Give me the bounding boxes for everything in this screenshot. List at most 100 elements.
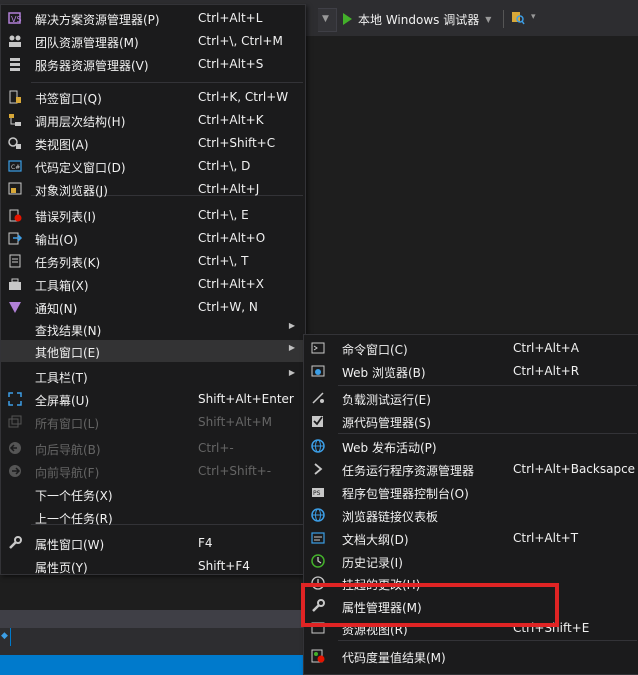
menu-item-label: 负载测试运行(E) — [342, 393, 431, 407]
menu-item-resource-view[interactable]: 资源视图(R) Ctrl+Shift+E — [304, 617, 638, 639]
toolbox-icon — [7, 276, 23, 292]
bookmark-icon — [7, 89, 23, 105]
menu-item-web-publish-activity[interactable]: Web 发布活动(P) — [304, 435, 638, 457]
menu-item-label: 输出(O) — [35, 233, 78, 247]
navigate-backward-icon — [7, 440, 23, 456]
menu-item-shortcut: Shift+Alt+Enter — [198, 392, 294, 406]
menu-item-notifications[interactable]: 通知(N) Ctrl+W, N — [1, 296, 305, 318]
menu-item-label: 团队资源管理器(M) — [35, 36, 139, 50]
toolbar-separator — [503, 10, 504, 28]
menu-item-navigate-backward[interactable]: 向后导航(B) Ctrl+- — [1, 437, 305, 459]
output-icon — [7, 230, 23, 246]
menu-item-label: 文档大纲(D) — [342, 533, 409, 547]
menu-item-label: 属性管理器(M) — [342, 601, 422, 615]
menu-item-label: 代码定义窗口(D) — [35, 161, 126, 175]
menu-item-label: 命令窗口(C) — [342, 343, 408, 357]
menu-item-properties-window[interactable]: 属性窗口(W) F4 — [1, 532, 305, 554]
submenu-arrow-icon: ▶ — [288, 368, 295, 377]
menu-item-toolbars[interactable]: 工具栏(T) ▶ — [1, 365, 305, 387]
code-definition-icon: C# — [7, 158, 23, 174]
web-browser-icon — [310, 363, 326, 379]
menu-item-shortcut: Ctrl+Alt+R — [513, 364, 580, 378]
menu-item-next-task[interactable]: 下一个任务(X) — [1, 483, 305, 505]
menu-item-full-screen[interactable]: 全屏幕(U) Shift+Alt+Enter — [1, 388, 305, 410]
menu-item-property-pages[interactable]: 属性页(Y) Shift+F4 — [1, 555, 305, 577]
menu-item-label: 向前导航(F) — [35, 466, 100, 480]
pending-changes-icon — [310, 575, 326, 591]
menu-item-team-explorer[interactable]: 团队资源管理器(M) Ctrl+\, Ctrl+M — [1, 30, 305, 52]
menu-item-label: 所有窗口(L) — [35, 417, 100, 431]
menu-item-toolbox[interactable]: 工具箱(X) Ctrl+Alt+X — [1, 273, 305, 295]
menu-item-shortcut: Ctrl+- — [198, 441, 234, 455]
menu-item-output[interactable]: 输出(O) Ctrl+Alt+O — [1, 227, 305, 249]
menu-item-class-view[interactable]: 类视图(A) Ctrl+Shift+C — [1, 132, 305, 154]
class-view-icon — [7, 135, 23, 151]
find-in-files-icon[interactable] — [511, 11, 525, 25]
history-icon — [310, 553, 326, 569]
server-explorer-icon — [7, 56, 23, 72]
run-button-label: 本地 Windows 调试器 — [358, 12, 480, 27]
menu-item-source-control-explorer[interactable]: 源代码管理器(S) — [304, 410, 638, 432]
menu-item-bookmark-window[interactable]: 书签窗口(Q) Ctrl+K, Ctrl+W — [1, 86, 305, 108]
call-hierarchy-icon — [7, 112, 23, 128]
menu-item-command-window[interactable]: 命令窗口(C) Ctrl+Alt+A — [304, 337, 638, 359]
menu-item-document-outline[interactable]: 文档大纲(D) Ctrl+Alt+T — [304, 527, 638, 549]
wrench-icon — [7, 535, 23, 551]
package-manager-icon: PS — [310, 484, 326, 500]
bottom-tab[interactable]: ◆ — [0, 628, 11, 646]
view-menu: VS 解决方案资源管理器(P) Ctrl+Alt+L 团队资源管理器(M) Ct… — [0, 4, 306, 575]
menu-item-solution-explorer[interactable]: VS 解决方案资源管理器(P) Ctrl+Alt+L — [1, 7, 305, 29]
menu-item-label: 工具箱(X) — [35, 279, 89, 293]
menu-item-browser-link-dashboard[interactable]: 浏览器链接仪表板 — [304, 504, 638, 526]
menu-item-package-manager-console[interactable]: PS 程序包管理器控制台(O) — [304, 481, 638, 503]
source-control-icon — [310, 413, 326, 429]
menu-item-label: 服务器资源管理器(V) — [35, 59, 149, 73]
menu-item-web-browser[interactable]: Web 浏览器(B) Ctrl+Alt+R — [304, 360, 638, 382]
all-windows-icon — [7, 414, 23, 430]
menu-item-property-manager[interactable]: 属性管理器(M) — [304, 595, 638, 617]
menu-item-history[interactable]: 历史记录(I) — [304, 550, 638, 572]
play-icon — [343, 13, 352, 25]
chevron-down-icon[interactable]: ▼ — [485, 15, 491, 24]
notifications-icon — [7, 299, 23, 315]
web-publish-icon — [310, 438, 326, 454]
menu-item-shortcut: Shift+Alt+M — [198, 415, 272, 429]
menu-item-server-explorer[interactable]: 服务器资源管理器(V) Ctrl+Alt+S — [1, 53, 305, 75]
menu-item-label: 其他窗口(E) — [35, 346, 100, 360]
menu-item-pending-changes[interactable]: 挂起的更改(H) — [304, 572, 638, 594]
menu-item-label: 源代码管理器(S) — [342, 416, 431, 430]
menu-item-task-list[interactable]: 任务列表(K) Ctrl+\, T — [1, 250, 305, 272]
menu-item-shortcut: Ctrl+Alt+X — [198, 277, 264, 291]
menu-item-label: 解决方案资源管理器(P) — [35, 13, 160, 27]
menu-item-previous-task[interactable]: 上一个任务(R) — [1, 506, 305, 528]
menu-item-shortcut: Ctrl+Alt+Backsapce — [513, 462, 636, 476]
solution-explorer-icon: VS — [7, 10, 23, 26]
menu-item-navigate-forward[interactable]: 向前导航(F) Ctrl+Shift+- — [1, 460, 305, 482]
menu-item-shortcut: Ctrl+\, E — [198, 208, 249, 222]
menu-item-label: 属性页(Y) — [35, 561, 88, 575]
menu-item-load-test-runs[interactable]: 负载测试运行(E) — [304, 387, 638, 409]
menu-item-all-windows[interactable]: 所有窗口(L) Shift+Alt+M — [1, 411, 305, 433]
menu-item-label: 程序包管理器控制台(O) — [342, 487, 469, 501]
menu-item-find-results[interactable]: 查找结果(N) ▶ — [1, 318, 305, 340]
command-window-icon — [310, 340, 326, 356]
menu-item-shortcut: Ctrl+Shift+- — [198, 464, 272, 478]
menu-item-other-windows[interactable]: 其他窗口(E) ▶ — [1, 340, 305, 362]
menu-item-shortcut: Ctrl+Alt+S — [198, 57, 264, 71]
configuration-dropdown[interactable]: ▼ — [318, 8, 337, 32]
submenu-arrow-icon: ▶ — [288, 321, 295, 330]
menu-item-shortcut: Ctrl+Alt+K — [198, 113, 264, 127]
menu-item-error-list[interactable]: 错误列表(I) Ctrl+\, E — [1, 204, 305, 226]
menu-item-call-hierarchy[interactable]: 调用层次结构(H) Ctrl+Alt+K — [1, 109, 305, 131]
run-debugger-button[interactable]: 本地 Windows 调试器 ▼ — [343, 10, 491, 28]
toolbar-overflow-icon[interactable]: ▾ — [531, 12, 536, 22]
menu-item-code-definition[interactable]: C# 代码定义窗口(D) Ctrl+\, D — [1, 155, 305, 177]
task-runner-icon — [310, 461, 326, 477]
menu-item-code-metrics-results[interactable]: 代码度量值结果(M) — [304, 645, 638, 667]
menu-item-shortcut: Shift+F4 — [198, 559, 250, 573]
svg-text:C#: C# — [11, 164, 20, 171]
menu-item-object-browser[interactable]: 对象浏览器(J) Ctrl+Alt+J — [1, 178, 305, 200]
menu-separator — [338, 433, 637, 434]
menu-item-task-runner-explorer[interactable]: 任务运行程序资源管理器 Ctrl+Alt+Backsapce — [304, 458, 638, 480]
menu-item-label: 对象浏览器(J) — [35, 184, 108, 198]
